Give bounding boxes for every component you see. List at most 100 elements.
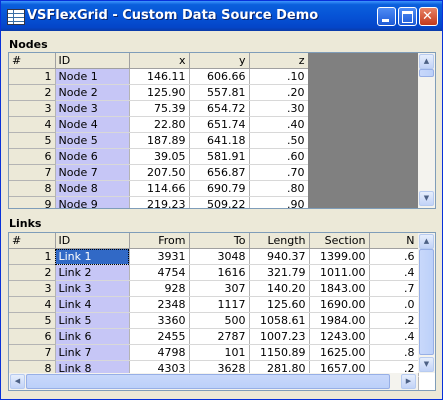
value-cell[interactable]: 1399.00 [309, 248, 370, 265]
nodes-scroll-thumb[interactable] [419, 69, 434, 77]
table-row[interactable]: 4 Link 4 2348 1117 125.60 1690.00.0 [9, 296, 419, 313]
value-cell[interactable]: .50 [249, 132, 309, 149]
row-number-cell[interactable]: 3 [9, 280, 56, 297]
id-cell[interactable]: Node 9 [55, 196, 130, 208]
id-cell[interactable]: Link 7 [55, 344, 130, 361]
value-cell[interactable]: 654.72 [189, 100, 250, 117]
value-cell[interactable]: .4 [369, 328, 419, 345]
value-cell[interactable]: 2787 [189, 328, 250, 345]
scroll-up-arrow-icon[interactable]: ▲ [419, 234, 434, 249]
value-cell[interactable]: 641.18 [189, 132, 250, 149]
value-cell[interactable]: 1984.00 [309, 312, 370, 329]
value-cell[interactable]: 39.05 [129, 148, 190, 165]
grid-app-icon[interactable] [7, 9, 25, 25]
header-to[interactable]: To [189, 233, 250, 249]
value-cell[interactable]: 1011.00 [309, 264, 370, 281]
table-row[interactable]: 4 Node 4 22.80 651.74.40 [9, 116, 309, 133]
value-cell[interactable]: 307 [189, 280, 250, 297]
value-cell[interactable]: .30 [249, 100, 309, 117]
header-row-number[interactable]: # [9, 53, 56, 69]
header-n[interactable]: N [369, 233, 419, 249]
id-cell[interactable]: Link 3 [55, 280, 130, 297]
table-row[interactable]: 3 Node 3 75.39 654.72.30 [9, 100, 309, 117]
value-cell[interactable]: 690.79 [189, 180, 250, 197]
value-cell[interactable]: .70 [249, 164, 309, 181]
value-cell[interactable]: .40 [249, 116, 309, 133]
id-cell[interactable]: Node 8 [55, 180, 130, 197]
value-cell[interactable]: 1616 [189, 264, 250, 281]
value-cell[interactable]: 1625.00 [309, 344, 370, 361]
row-number-cell[interactable]: 5 [9, 132, 56, 149]
header-from[interactable]: From [129, 233, 190, 249]
header-y[interactable]: y [189, 53, 250, 69]
scroll-left-arrow-icon[interactable]: ◀ [10, 374, 25, 389]
close-button[interactable]: ✕ [419, 7, 438, 26]
header-id[interactable]: ID [55, 53, 130, 69]
value-cell[interactable]: .2 [369, 312, 419, 329]
table-row[interactable]: 2 Link 2 4754 1616 321.79 1011.00.4 [9, 264, 419, 281]
id-cell[interactable]: Link 2 [55, 264, 130, 281]
row-number-cell[interactable]: 8 [9, 180, 56, 197]
value-cell[interactable]: 321.79 [249, 264, 310, 281]
row-number-cell[interactable]: 2 [9, 84, 56, 101]
value-cell[interactable]: 3048 [189, 248, 250, 265]
value-cell[interactable]: 606.66 [189, 68, 250, 85]
id-cell[interactable]: Node 2 [55, 84, 130, 101]
value-cell[interactable]: .7 [369, 280, 419, 297]
value-cell[interactable]: 656.87 [189, 164, 250, 181]
maximize-button[interactable] [398, 7, 417, 26]
value-cell[interactable]: 928 [129, 280, 190, 297]
value-cell[interactable]: 187.89 [129, 132, 190, 149]
table-row[interactable]: 9 Node 9 219.23 509.22.90 [9, 196, 309, 208]
nodes-vertical-scrollbar[interactable]: ▲ ▼ [418, 53, 435, 208]
value-cell[interactable]: 4798 [129, 344, 190, 361]
value-cell[interactable]: 1117 [189, 296, 250, 313]
value-cell[interactable]: .60 [249, 148, 309, 165]
value-cell[interactable]: 651.74 [189, 116, 250, 133]
value-cell[interactable]: .20 [249, 84, 309, 101]
value-cell[interactable]: 2455 [129, 328, 190, 345]
id-cell[interactable]: Node 7 [55, 164, 130, 181]
id-cell[interactable]: Node 5 [55, 132, 130, 149]
links-grid[interactable]: # ID From To Length Section N 1 Link 1 393… [8, 232, 436, 391]
table-row[interactable]: 2 Node 2 125.90 557.81.20 [9, 84, 309, 101]
header-section[interactable]: Section [309, 233, 370, 249]
row-number-cell[interactable]: 6 [9, 328, 56, 345]
id-cell[interactable]: Node 6 [55, 148, 130, 165]
value-cell[interactable]: 3360 [129, 312, 190, 329]
value-cell[interactable]: 207.50 [129, 164, 190, 181]
value-cell[interactable]: 557.81 [189, 84, 250, 101]
id-cell[interactable]: Link 5 [55, 312, 130, 329]
minimize-button[interactable] [377, 7, 396, 26]
links-horizontal-scroll-thumb[interactable] [26, 374, 390, 389]
table-row[interactable]: 6 Link 6 2455 2787 1007.23 1243.00.4 [9, 328, 419, 345]
scroll-down-arrow-icon[interactable]: ▼ [419, 191, 434, 206]
scroll-right-arrow-icon[interactable]: ▶ [401, 374, 416, 389]
id-cell[interactable]: Node 3 [55, 100, 130, 117]
value-cell[interactable]: 3931 [129, 248, 190, 265]
value-cell[interactable]: 940.37 [249, 248, 310, 265]
value-cell[interactable]: .10 [249, 68, 309, 85]
value-cell[interactable]: 509.22 [189, 196, 250, 208]
value-cell[interactable]: 125.60 [249, 296, 310, 313]
row-number-cell[interactable]: 4 [9, 296, 56, 313]
row-number-cell[interactable]: 6 [9, 148, 56, 165]
row-number-cell[interactable]: 3 [9, 100, 56, 117]
id-cell[interactable]: Node 1 [55, 68, 130, 85]
value-cell[interactable]: 1007.23 [249, 328, 310, 345]
value-cell[interactable]: 1058.61 [249, 312, 310, 329]
table-row[interactable]: 1 Link 1 3931 3048 940.37 1399.00.6 [9, 248, 419, 265]
value-cell[interactable]: 4754 [129, 264, 190, 281]
table-row[interactable]: 8 Node 8 114.66 690.79.80 [9, 180, 309, 197]
header-id[interactable]: ID [55, 233, 130, 249]
row-number-cell[interactable]: 1 [9, 68, 56, 85]
links-horizontal-scrollbar[interactable]: ◀ ▶ [9, 373, 418, 390]
value-cell[interactable]: 1150.89 [249, 344, 310, 361]
value-cell[interactable]: 2348 [129, 296, 190, 313]
value-cell[interactable]: 1690.00 [309, 296, 370, 313]
row-number-cell[interactable]: 2 [9, 264, 56, 281]
links-vertical-scroll-thumb[interactable] [419, 249, 434, 355]
value-cell[interactable]: 146.11 [129, 68, 190, 85]
row-number-cell[interactable]: 5 [9, 312, 56, 329]
value-cell[interactable]: 1843.00 [309, 280, 370, 297]
